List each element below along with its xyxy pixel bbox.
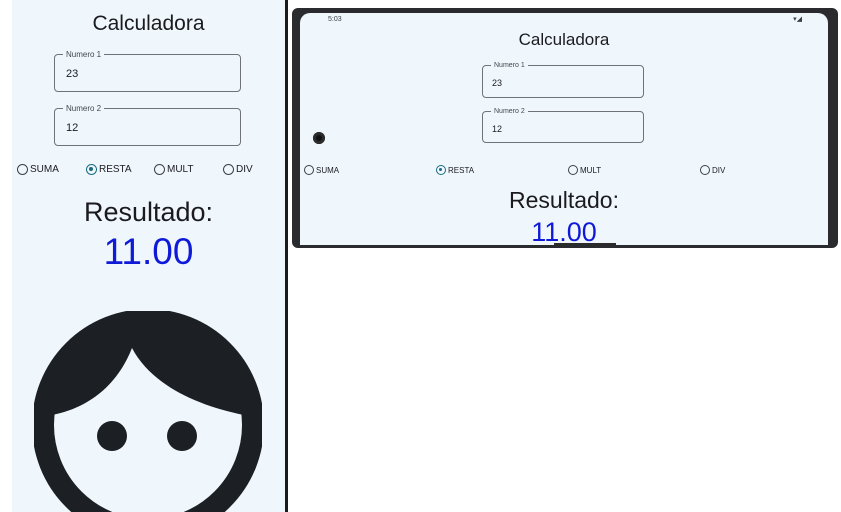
result-value: 11.00	[531, 217, 597, 245]
radio-circle-icon[interactable]	[304, 165, 314, 175]
numero2-field[interactable]: Numero 2 12	[54, 103, 241, 146]
radio-resta[interactable]: RESTA	[86, 164, 132, 175]
radio-suma[interactable]: SUMA	[304, 165, 339, 175]
divider	[285, 0, 288, 512]
radio-label-resta: RESTA	[448, 165, 475, 175]
radio-div[interactable]: DIV	[700, 165, 725, 175]
app-title: Calculadora	[92, 12, 205, 35]
camera-icon	[313, 132, 325, 144]
result-label: Resultado:	[509, 187, 619, 213]
radio-circle-icon[interactable]	[700, 165, 710, 175]
result-label: Resultado:	[83, 197, 214, 227]
numero1-label: Numero 1	[491, 60, 528, 71]
numero1-label: Numero 1	[63, 49, 105, 60]
radio-label-div: DIV	[236, 164, 253, 175]
radio-selected-icon[interactable]	[436, 165, 446, 175]
radio-circle-icon[interactable]	[223, 164, 234, 175]
numero1-field[interactable]: Numero 1 23	[54, 49, 241, 92]
radio-suma[interactable]: SUMA	[17, 164, 59, 175]
radio-label-suma: SUMA	[30, 164, 59, 175]
numero1-value[interactable]: 23	[492, 78, 502, 88]
numero2-value[interactable]: 12	[66, 122, 78, 134]
radio-circle-icon[interactable]	[568, 165, 578, 175]
status-time: 5:03	[328, 16, 342, 23]
numero2-value[interactable]: 12	[492, 124, 502, 134]
face-icon	[34, 311, 262, 512]
numero1-value[interactable]: 23	[66, 68, 78, 80]
radio-circle-icon[interactable]	[154, 164, 165, 175]
radio-label-resta: RESTA	[99, 164, 132, 175]
numero2-label: Numero 2	[63, 103, 105, 114]
numero1-field[interactable]: Numero 1 23	[482, 60, 644, 98]
radio-mult[interactable]: MULT	[568, 165, 601, 175]
radio-div[interactable]: DIV	[223, 164, 253, 175]
landscape-device: 5:03 ▾◢ Calculadora Numero 1 23 Numero 2…	[292, 8, 838, 248]
radio-selected-icon[interactable]	[86, 164, 97, 175]
signal-icon: ▾◢	[793, 16, 802, 23]
app-title: Calculadora	[518, 30, 610, 49]
numero2-field[interactable]: Numero 2 12	[482, 106, 644, 143]
landscape-screen: 5:03 ▾◢ Calculadora Numero 1 23 Numero 2…	[300, 13, 828, 245]
radio-resta[interactable]: RESTA	[436, 165, 474, 175]
radio-label-mult: MULT	[167, 164, 194, 175]
radio-label-div: DIV	[712, 165, 726, 175]
scroll-underline	[554, 243, 616, 245]
portrait-screen: Calculadora Numero 1 23 Numero 2 12 SUMA…	[12, 0, 285, 512]
radio-circle-icon[interactable]	[17, 164, 28, 175]
radio-label-mult: MULT	[580, 165, 602, 175]
numero2-label: Numero 2	[491, 106, 528, 117]
radio-label-suma: SUMA	[316, 165, 340, 175]
result-value: 11.00	[103, 231, 194, 272]
radio-mult[interactable]: MULT	[154, 164, 193, 175]
